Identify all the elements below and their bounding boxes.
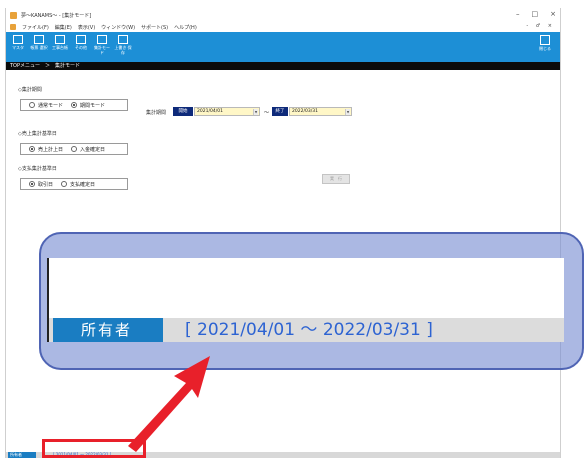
highlight-box [42, 439, 146, 458]
pointer-arrow-icon [128, 356, 210, 452]
